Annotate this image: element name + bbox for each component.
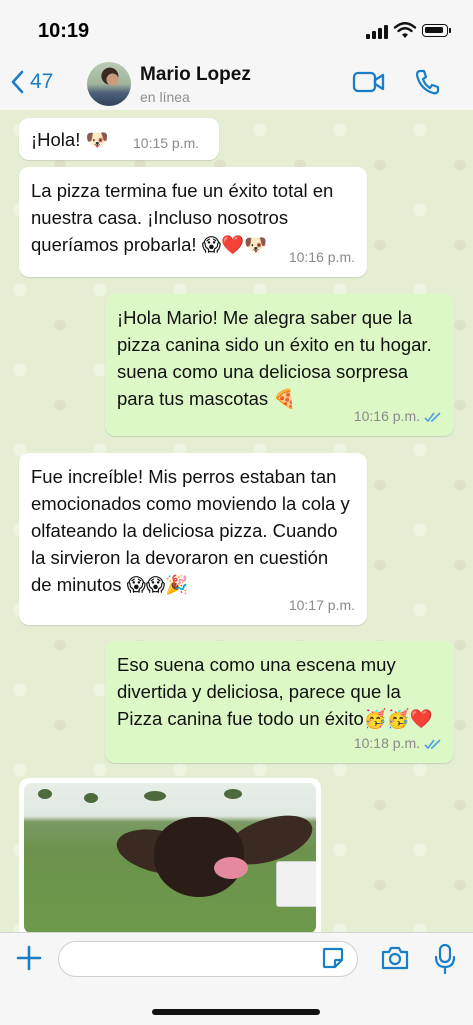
read-receipt-icon <box>424 738 441 749</box>
status-time: 10:19 <box>38 20 90 42</box>
message-bubble[interactable]: Fue increíble! Mis perros estaban tan em… <box>19 453 367 625</box>
message-time: 10:17 p.m. <box>288 597 355 613</box>
camera-icon[interactable] <box>380 945 410 971</box>
message-time: 10:16 p.m. <box>353 408 420 424</box>
wifi-icon <box>393 22 417 38</box>
back-button[interactable]: 47 <box>10 70 53 94</box>
message-text: ¡Hola! 🐶 <box>31 129 109 150</box>
phone-icon[interactable] <box>414 68 440 96</box>
message-time: 10:18 p.m. <box>353 735 420 751</box>
cellular-signal-icon <box>366 25 388 39</box>
plus-icon[interactable] <box>16 945 42 971</box>
sticker-icon[interactable] <box>321 946 345 970</box>
contact-info[interactable]: Mario Lopez en línea <box>140 64 251 105</box>
message-time: 10:16 p.m. <box>288 249 355 265</box>
chat-area[interactable]: ¡Hola! 🐶 10:15 p.m. La pizza termina fue… <box>0 110 473 932</box>
message-text: ¡Hola Mario! Me alegra saber que la pizz… <box>117 307 432 409</box>
chevron-left-icon <box>11 70 24 94</box>
message-time: 10:15 p.m. <box>133 135 200 151</box>
message-input[interactable] <box>58 941 358 977</box>
read-receipt-icon <box>424 411 441 422</box>
home-indicator <box>152 1009 320 1015</box>
message-composer <box>0 932 473 1025</box>
chat-header: 47 Mario Lopez en línea <box>0 58 473 111</box>
image-message[interactable] <box>19 778 321 932</box>
message-bubble[interactable]: La pizza termina fue un éxito total en n… <box>19 167 367 277</box>
avatar[interactable] <box>87 62 131 106</box>
status-bar: 10:19 <box>0 0 473 58</box>
message-text: Fue increíble! Mis perros estaban tan em… <box>31 466 350 595</box>
contact-status: en línea <box>140 89 190 105</box>
message-text: Eso suena como una escena muy divertida … <box>117 654 433 729</box>
unread-count: 47 <box>30 70 54 93</box>
message-bubble[interactable]: ¡Hola! 🐶 10:15 p.m. <box>19 118 219 160</box>
battery-icon <box>422 24 451 37</box>
contact-name: Mario Lopez <box>140 64 251 85</box>
video-camera-icon[interactable] <box>352 70 386 94</box>
message-bubble[interactable]: ¡Hola Mario! Me alegra saber que la pizz… <box>105 294 454 436</box>
message-bubble[interactable]: Eso suena como una escena muy divertida … <box>105 641 454 763</box>
microphone-icon[interactable] <box>434 943 456 975</box>
dog-photo <box>24 783 316 932</box>
